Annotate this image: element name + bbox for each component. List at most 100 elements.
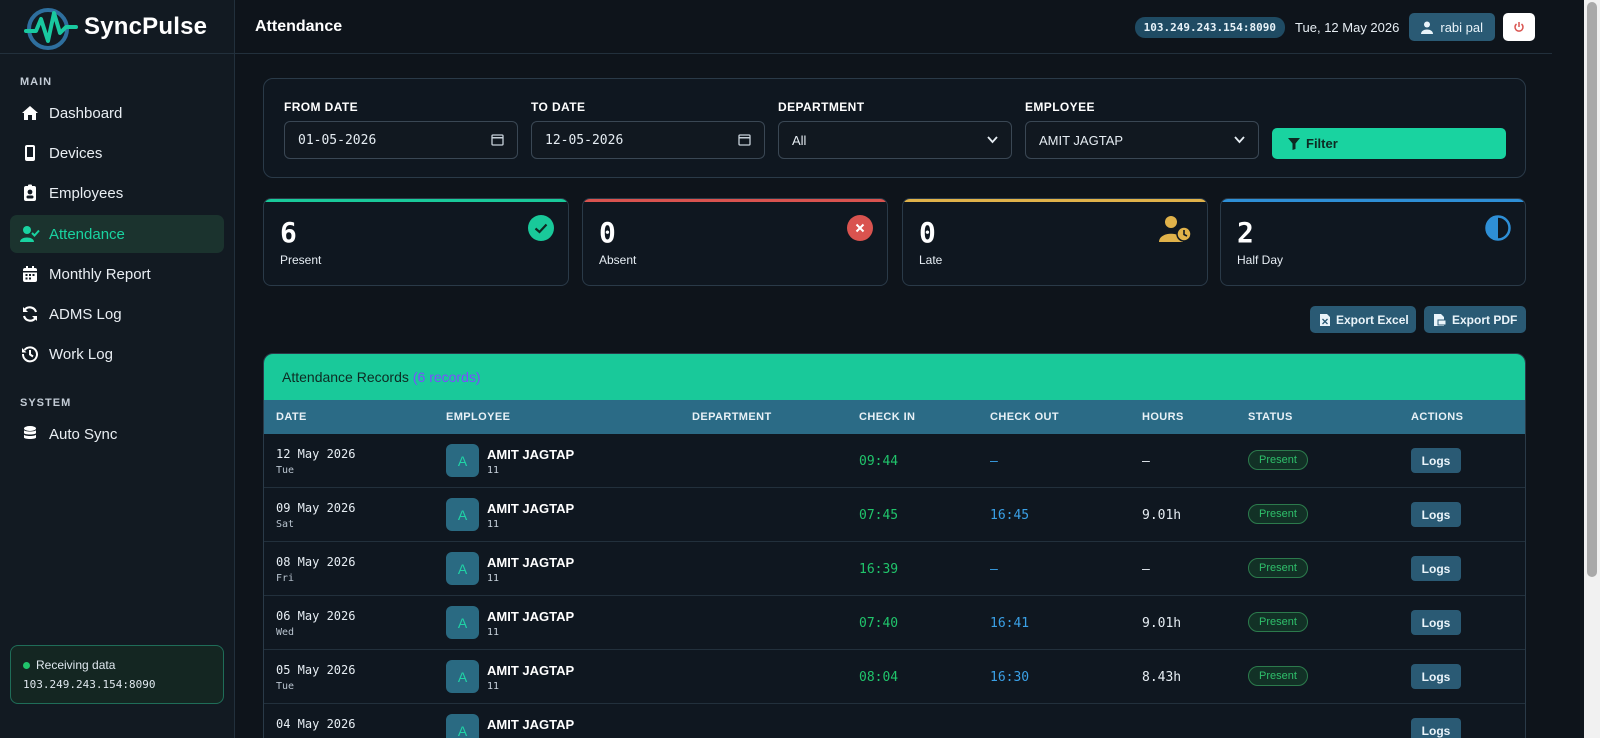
from-date-input[interactable]: 01-05-2026 — [284, 121, 518, 159]
logs-button[interactable]: Logs — [1411, 502, 1461, 527]
topbar: Attendance 103.249.243.154:8090 Tue, 12 … — [235, 0, 1552, 54]
sidebar-item-work-log[interactable]: Work Log — [10, 335, 224, 373]
sidebar-item-devices[interactable]: Devices — [10, 134, 224, 172]
status-cell: Present — [1248, 450, 1308, 470]
status-dot-icon — [23, 661, 30, 669]
row-day: Sat — [276, 519, 295, 530]
employee-id: 11 — [487, 465, 500, 476]
date-cell: 08 May 2026 Fri — [276, 555, 355, 584]
avatar-initial: A — [457, 668, 468, 685]
row-date: 08 May 2026 — [276, 555, 356, 569]
sidebar-item-label: Attendance — [49, 225, 125, 243]
logs-button[interactable]: Logs — [1411, 448, 1461, 473]
row-date: 12 May 2026 — [276, 447, 356, 461]
scrollbar-thumb[interactable] — [1587, 2, 1597, 577]
check-in-time: 16:39 — [859, 562, 899, 577]
export-excel-label: Export Excel — [1336, 312, 1409, 327]
present-count: 6 — [280, 216, 297, 249]
half-day-label: Half Day — [1237, 253, 1284, 267]
col-employee: EMPLOYEE — [446, 411, 511, 423]
actions-cell: Logs — [1411, 718, 1461, 738]
sidebar-item-label: ADMS Log — [49, 305, 122, 323]
table-title: Attendance Records — [282, 369, 409, 385]
actions-cell: Logs — [1411, 502, 1461, 527]
refresh-icon — [20, 304, 40, 324]
sidebar-item-attendance[interactable]: Attendance — [10, 215, 224, 253]
employee-cell: AMIT JAGTAP 11 — [487, 555, 574, 584]
department-select[interactable]: All — [778, 121, 1012, 159]
actions-cell: Logs — [1411, 556, 1461, 581]
row-date: 04 May 2026 — [276, 717, 356, 731]
brand-name: SyncPulse — [84, 12, 208, 40]
check-circle-icon — [528, 215, 554, 241]
export-pdf-label: Export PDF — [1452, 312, 1518, 327]
status-badge: Present — [1248, 666, 1308, 686]
employee-avatar-cell: A — [446, 444, 479, 477]
brand[interactable]: SyncPulse — [0, 0, 234, 54]
page-title: Attendance — [255, 17, 343, 35]
avatar-initial: A — [457, 560, 468, 577]
calendar-icon[interactable] — [738, 133, 751, 146]
check-in-time: 07:40 — [859, 616, 899, 631]
employee-avatar-cell: A — [446, 552, 479, 585]
status-cell: Present — [1248, 612, 1308, 632]
employee-avatar-cell: A — [446, 660, 479, 693]
row-day: Wed — [276, 627, 295, 638]
to-date-value: 12-05-2026 — [545, 132, 624, 148]
sidebar-item-employees[interactable]: Employees — [10, 174, 224, 212]
date-cell: 04 May 2026 — [276, 717, 355, 735]
table-row: 12 May 2026 Tue A AMIT JAGTAP 11 09:44 — — Prese… — [264, 434, 1525, 488]
check-in-time: 09:44 — [859, 454, 899, 469]
avatar-initial: A — [457, 506, 468, 523]
employee-select[interactable]: AMIT JAGTAP — [1025, 121, 1259, 159]
employee-label: EMPLOYEE — [1025, 100, 1095, 114]
status-cell: Present — [1248, 666, 1308, 686]
filter-panel: FROM DATE 01-05-2026 TO DATE 12-05-2026 … — [263, 78, 1526, 178]
status-ip: 103.249.243.154:8090 — [23, 678, 156, 691]
late-count: 0 — [919, 216, 936, 249]
status-cell: Present — [1248, 558, 1308, 578]
logs-button[interactable]: Logs — [1411, 610, 1461, 635]
from-date-label: FROM DATE — [284, 100, 359, 114]
table-row: 08 May 2026 Fri A AMIT JAGTAP 11 16:39 — — Prese… — [264, 542, 1525, 596]
check-out-time: 16:30 — [990, 670, 1030, 685]
sidebar-item-adms-log[interactable]: ADMS Log — [10, 295, 224, 333]
avatar: A — [446, 660, 479, 693]
present-label: Present — [280, 253, 322, 267]
half-day-count: 2 — [1237, 216, 1254, 249]
record-count: (6 records) — [412, 369, 481, 385]
from-date-value: 01-05-2026 — [298, 132, 377, 148]
scrollbar[interactable] — [1584, 0, 1600, 738]
employee-cell: AMIT JAGTAP 11 — [487, 663, 574, 692]
sidebar-item-auto-sync[interactable]: Auto Sync — [10, 415, 224, 453]
employee-id: 11 — [487, 627, 500, 638]
logout-button[interactable] — [1503, 13, 1535, 41]
export-pdf-button[interactable]: Export PDF — [1424, 306, 1526, 333]
user-menu-button[interactable]: rabi pal — [1409, 13, 1495, 41]
chevron-down-icon — [987, 136, 998, 144]
table-row: 04 May 2026 A AMIT JAGTAP Logs — [264, 704, 1525, 738]
sidebar-item-dashboard[interactable]: Dashboard — [10, 94, 224, 132]
table-row: 05 May 2026 Tue A AMIT JAGTAP 11 08:04 16:30 8.… — [264, 650, 1525, 704]
export-excel-button[interactable]: Export Excel — [1310, 306, 1416, 333]
calendar-icon[interactable] — [491, 133, 504, 146]
logs-button[interactable]: Logs — [1411, 556, 1461, 581]
employee-value: AMIT JAGTAP — [1039, 132, 1124, 148]
logs-button[interactable]: Logs — [1411, 664, 1461, 689]
table-header: Attendance Records (6 records) — [264, 354, 1525, 400]
to-date-input[interactable]: 12-05-2026 — [531, 121, 765, 159]
absent-label: Absent — [599, 253, 637, 267]
employee-name: AMIT JAGTAP — [487, 609, 575, 624]
id-badge-icon — [20, 183, 40, 203]
file-pdf-icon — [1434, 313, 1446, 326]
employee-id: 11 — [487, 519, 500, 530]
department-value: All — [792, 132, 807, 148]
hours-worked: 9.01h — [1142, 616, 1182, 631]
row-day: Tue — [276, 681, 295, 692]
filter-button[interactable]: Filter — [1272, 128, 1506, 159]
employee-name: AMIT JAGTAP — [487, 717, 575, 732]
logs-button[interactable]: Logs — [1411, 718, 1461, 738]
sidebar-item-monthly-report[interactable]: Monthly Report — [10, 255, 224, 293]
table-row: 06 May 2026 Wed A AMIT JAGTAP 11 07:40 16:41 9.… — [264, 596, 1525, 650]
server-ip-badge: 103.249.243.154:8090 — [1134, 16, 1286, 38]
